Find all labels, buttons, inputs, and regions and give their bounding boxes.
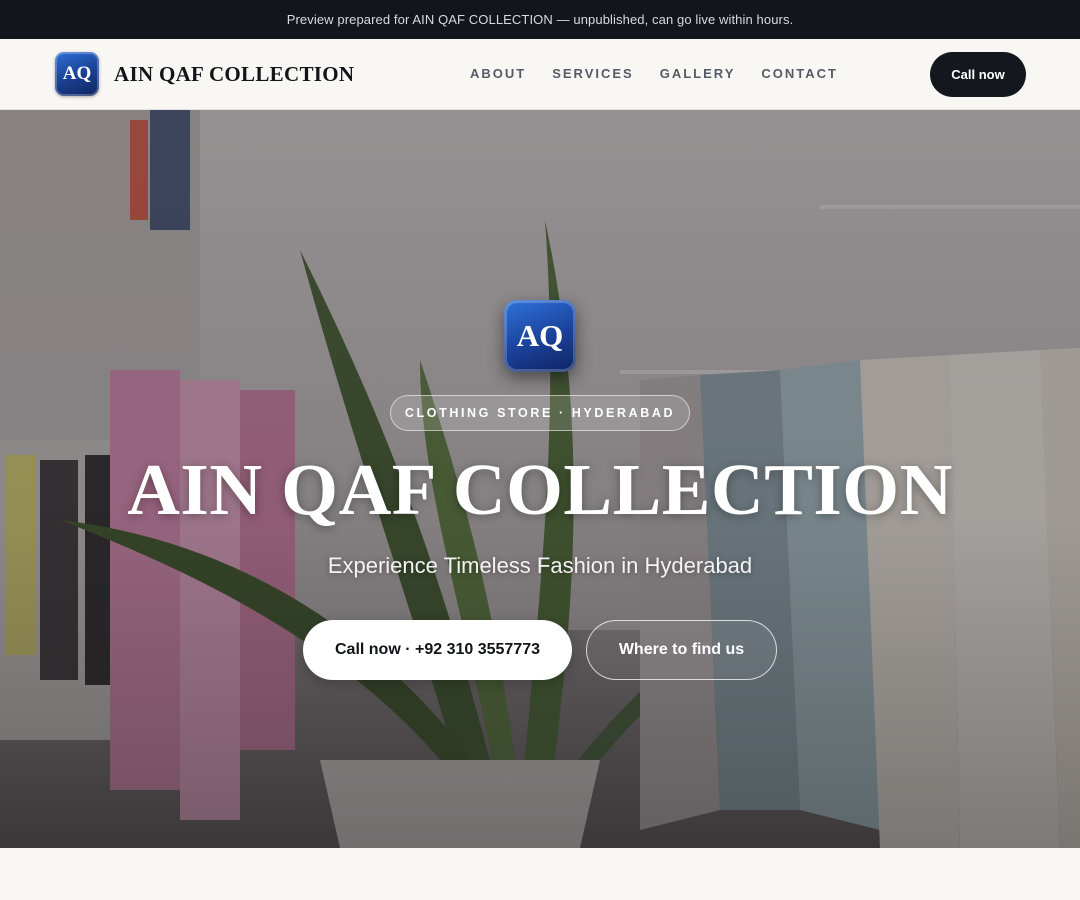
next-section bbox=[0, 848, 1080, 900]
hero-title: AIN QAF COLLECTION bbox=[127, 449, 953, 530]
hero-logo-text: AQ bbox=[516, 318, 564, 353]
nav-link-about[interactable]: ABOUT bbox=[470, 66, 526, 81]
preview-banner: Preview prepared for AIN QAF COLLECTION … bbox=[0, 0, 1080, 39]
preview-banner-text: Preview prepared for AIN QAF COLLECTION … bbox=[286, 12, 794, 27]
brand-logo-text: AQ bbox=[62, 63, 92, 84]
hero-subtitle: Experience Timeless Fashion in Hyderabad bbox=[327, 553, 753, 578]
where-to-find-us-button[interactable]: Where to find us bbox=[586, 620, 777, 680]
call-now-button[interactable]: Call now · +92 310 3557773 bbox=[303, 620, 572, 680]
nav-link-contact[interactable]: CONTACT bbox=[761, 66, 838, 81]
brand-logo[interactable]: AQ bbox=[55, 52, 99, 96]
category-badge-text: CLOTHING STORE · HYDERABAD bbox=[404, 406, 676, 420]
hero-logo: AQ bbox=[504, 300, 576, 372]
hero-section: AQ CLOTHING STORE · HYDERABAD AIN QAF CO… bbox=[0, 110, 1080, 848]
header-call-button[interactable]: Call now bbox=[930, 52, 1026, 97]
category-badge: CLOTHING STORE · HYDERABAD bbox=[390, 395, 690, 431]
nav-link-services[interactable]: SERVICES bbox=[552, 66, 634, 81]
brand-name[interactable]: AIN QAF COLLECTION bbox=[114, 62, 354, 87]
nav-link-gallery[interactable]: GALLERY bbox=[660, 66, 736, 81]
site-header: AQ AIN QAF COLLECTION ABOUT SERVICES GAL… bbox=[0, 39, 1080, 110]
main-nav: ABOUT SERVICES GALLERY CONTACT bbox=[470, 66, 838, 81]
